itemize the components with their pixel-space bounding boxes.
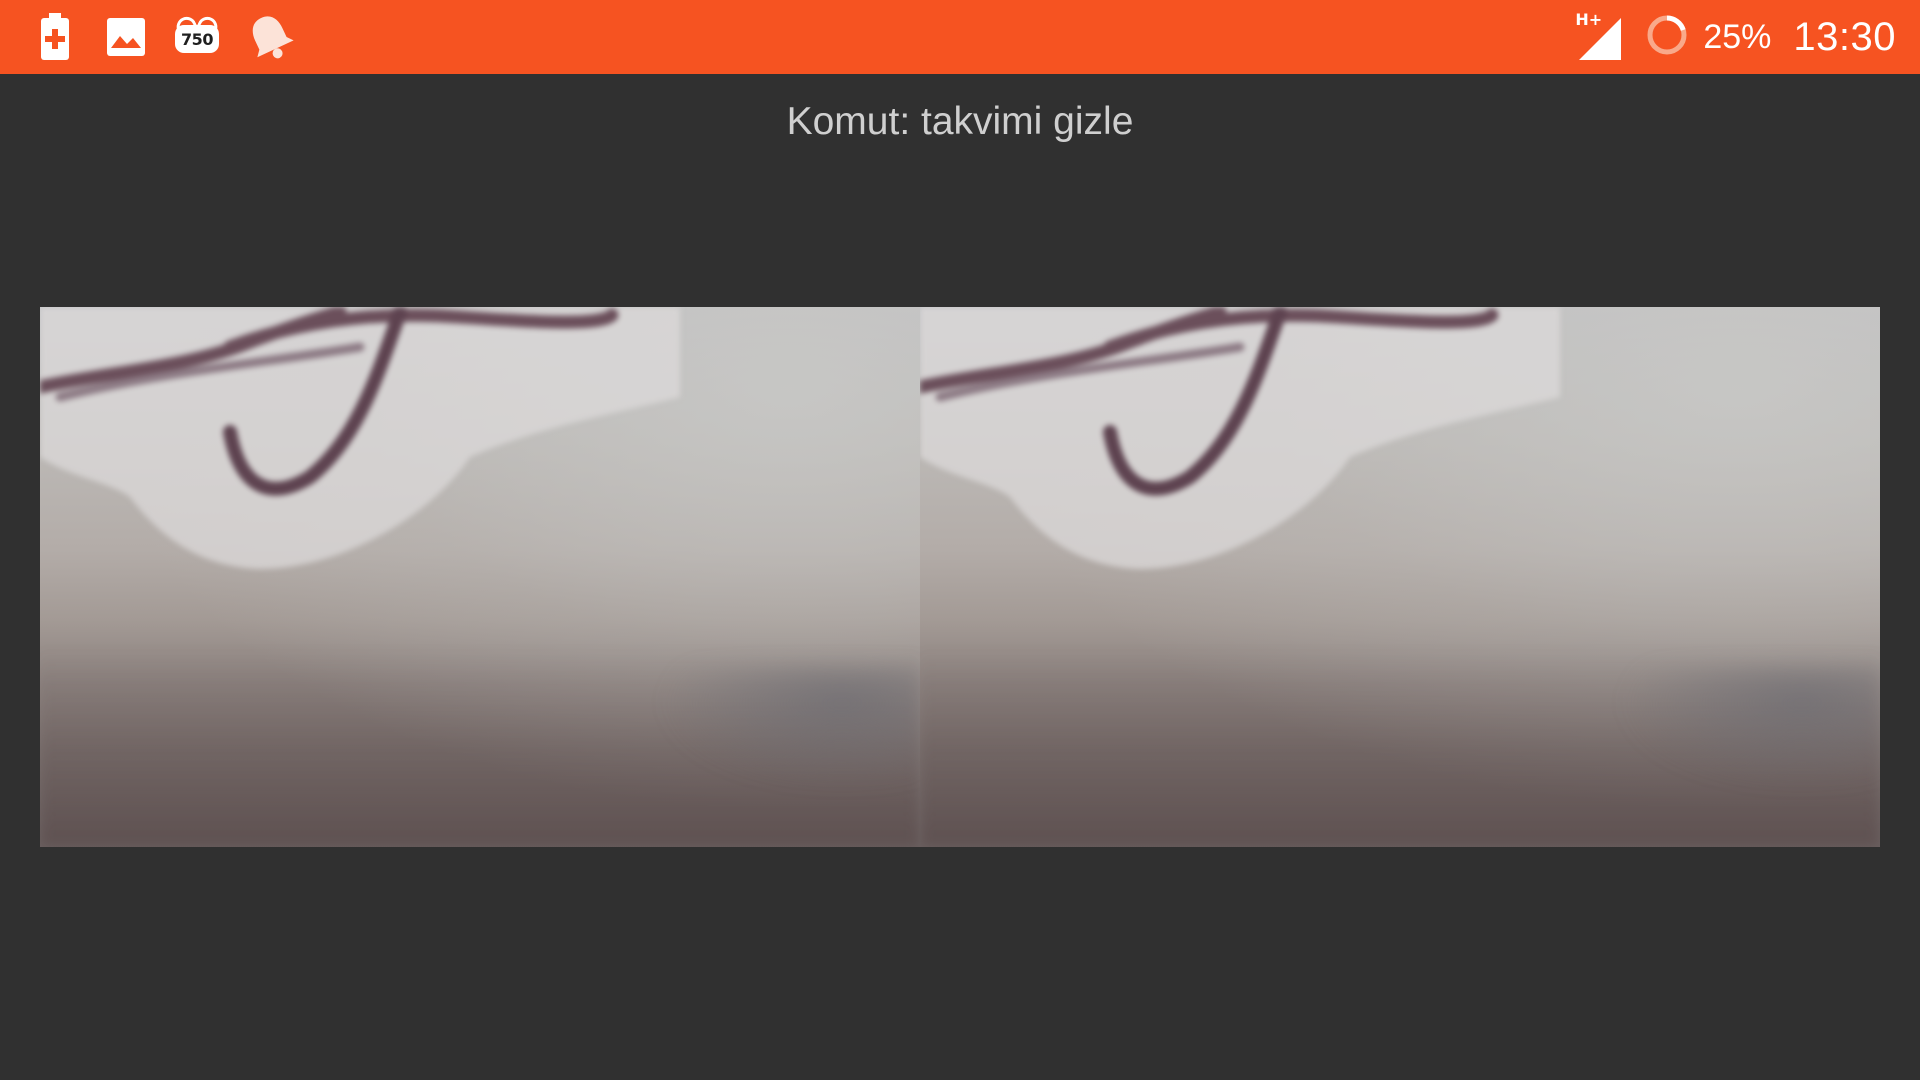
notification-bell-icon [244, 12, 296, 62]
stereo-camera-view [40, 307, 1880, 847]
counter-badge-icon: 750 [170, 12, 224, 62]
battery-percent: 25% [1703, 17, 1772, 56]
cellular-signal-icon: H+ [1575, 10, 1623, 60]
battery-ring-icon [1645, 13, 1689, 61]
counter-badge-label: 750 [175, 25, 219, 53]
clock: 13:30 [1793, 14, 1896, 59]
camera-preview-left [40, 307, 920, 847]
voice-command-label: Komut: takvimi gizle [786, 100, 1134, 143]
image-gallery-icon [106, 12, 146, 62]
camera-preview-right [920, 307, 1880, 847]
status-bar: 750 H+ 25% 13:30 [0, 0, 1920, 74]
battery-charging-plus-icon [38, 12, 72, 62]
